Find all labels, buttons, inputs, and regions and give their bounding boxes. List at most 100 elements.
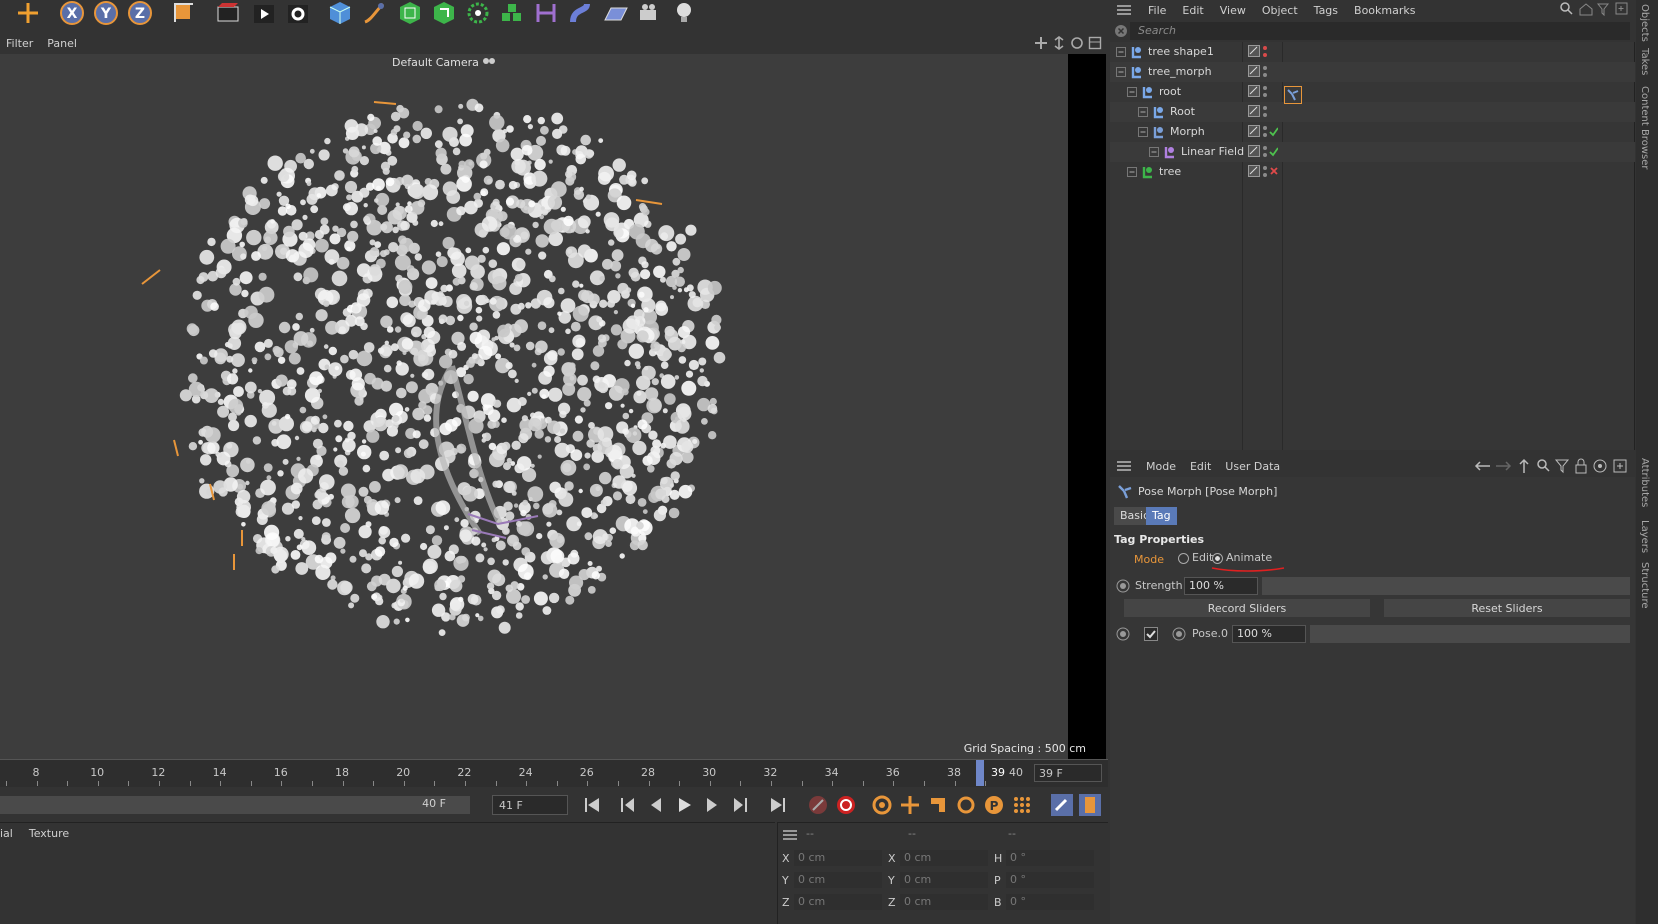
coord-value-field[interactable]: 0 cm (794, 872, 882, 888)
new-window-icon[interactable] (1615, 2, 1628, 15)
object-row[interactable]: tree (1110, 162, 1635, 182)
render-picture-queue-icon[interactable] (250, 0, 278, 26)
new-window-icon[interactable] (1613, 459, 1627, 473)
animate-param-icon[interactable] (1116, 579, 1130, 593)
hamburger-icon[interactable] (1116, 460, 1132, 472)
side-tab-takes[interactable]: Takes (1639, 48, 1650, 75)
subdivision-icon[interactable] (396, 0, 424, 26)
strength-input[interactable]: 100 % (1184, 577, 1258, 595)
go-to-end-icon[interactable] (766, 793, 790, 817)
home-icon[interactable] (1579, 3, 1593, 16)
cube-icon[interactable] (326, 0, 354, 26)
back-arrow-icon[interactable] (1474, 461, 1490, 471)
visibility-toggle-icon[interactable] (1248, 125, 1278, 139)
point-level-icon[interactable] (1010, 793, 1034, 817)
coord-value-field[interactable]: 0 cm (900, 894, 988, 910)
forward-arrow-icon[interactable] (1496, 461, 1512, 471)
object-row[interactable]: Linear Field (1110, 142, 1635, 162)
menu-object[interactable]: Object (1262, 4, 1298, 17)
side-tab-content-browser[interactable]: Content Browser (1639, 86, 1650, 169)
animate-param-icon[interactable] (1116, 627, 1130, 641)
coord-value-field[interactable]: 0 cm (900, 872, 988, 888)
clear-search-icon[interactable] (1114, 24, 1128, 38)
object-row[interactable]: Morph (1110, 122, 1635, 142)
tree-expander-icon[interactable] (1138, 127, 1148, 137)
object-row[interactable]: tree_morph (1110, 62, 1635, 82)
autokey-icon[interactable] (834, 793, 858, 817)
animate-param-icon[interactable] (1172, 627, 1186, 641)
camera-icon[interactable] (636, 0, 664, 26)
tab-tag[interactable]: Tag (1146, 507, 1177, 525)
scale-key-icon[interactable] (926, 793, 950, 817)
tree-expander-icon[interactable] (1116, 47, 1126, 57)
parameter-key-icon[interactable]: P (982, 793, 1006, 817)
hamburger-icon[interactable] (1116, 4, 1132, 16)
coord-value-field[interactable]: 0 cm (900, 850, 988, 866)
attr-menu-user-data[interactable]: User Data (1225, 460, 1280, 473)
coord-value-field[interactable]: 0 cm (794, 850, 882, 866)
viewport-menu-panel[interactable]: Panel (47, 37, 77, 50)
previous-frame-icon[interactable] (644, 793, 668, 817)
object-name[interactable]: tree shape1 (1148, 45, 1214, 58)
search-icon[interactable] (1560, 2, 1573, 15)
viewport-menu-filter[interactable]: Filter (6, 37, 33, 50)
pose-slider[interactable] (1310, 625, 1630, 643)
menu-view[interactable]: View (1220, 4, 1246, 17)
coord-value-field[interactable]: 0 ° (1006, 872, 1094, 888)
menu-tags[interactable]: Tags (1314, 4, 1338, 17)
object-name[interactable]: tree (1159, 165, 1181, 178)
object-name[interactable]: tree_morph (1148, 65, 1212, 78)
object-name[interactable]: root (1159, 85, 1181, 98)
checkbox-checked-icon[interactable] (1144, 627, 1158, 641)
visibility-toggle-icon[interactable] (1248, 45, 1278, 59)
current-frame-field[interactable]: 39 F (1034, 764, 1102, 782)
sound-icon[interactable] (1050, 793, 1074, 817)
up-arrow-icon[interactable] (1519, 458, 1529, 473)
object-name[interactable]: Morph (1170, 125, 1205, 138)
mode-edit-radio[interactable]: Edit (1178, 551, 1213, 564)
attr-menu-mode[interactable]: Mode (1146, 460, 1176, 473)
tree-expander-icon[interactable] (1138, 107, 1148, 117)
pose-morph-tag-icon[interactable] (1284, 86, 1302, 104)
pen-icon[interactable] (360, 0, 388, 26)
x-axis-icon[interactable]: X (58, 0, 86, 26)
play-icon[interactable] (672, 793, 696, 817)
end-frame-input[interactable]: 41 F (492, 795, 568, 815)
object-row[interactable]: Root (1110, 102, 1635, 122)
visibility-toggle-icon[interactable] (1248, 85, 1278, 99)
maximize-icon[interactable] (1088, 36, 1102, 50)
tree-expander-icon[interactable] (1149, 147, 1159, 157)
menu-bookmarks[interactable]: Bookmarks (1354, 4, 1415, 17)
material-menu-texture[interactable]: Texture (29, 827, 69, 840)
mode-animate-radio[interactable]: Animate (1212, 551, 1272, 564)
timeline-cursor[interactable] (976, 760, 984, 786)
z-axis-icon[interactable]: Z (126, 0, 154, 26)
go-to-start-icon[interactable] (580, 793, 604, 817)
menu-edit[interactable]: Edit (1182, 4, 1203, 17)
light-icon[interactable] (670, 0, 698, 26)
side-tab-attributes[interactable]: Attributes (1639, 458, 1650, 507)
move-icon[interactable] (14, 0, 42, 26)
side-tab-layers[interactable]: Layers (1639, 520, 1650, 553)
rotation-key-icon[interactable] (954, 793, 978, 817)
zoom-icon[interactable] (1052, 36, 1066, 50)
hamburger-icon[interactable] (782, 829, 798, 841)
next-key-icon[interactable] (728, 793, 752, 817)
record-sliders-button[interactable]: Record Sliders (1124, 599, 1370, 617)
object-row[interactable]: tree shape1 (1110, 42, 1635, 62)
render-view-icon[interactable] (214, 0, 242, 26)
attr-menu-edit[interactable]: Edit (1190, 460, 1211, 473)
render-settings-icon[interactable] (284, 0, 312, 26)
next-frame-icon[interactable] (700, 793, 724, 817)
side-tab-objects[interactable]: Objects (1639, 4, 1650, 42)
deformer-icon[interactable] (566, 0, 594, 26)
tree-expander-icon[interactable] (1127, 167, 1137, 177)
generator-icon[interactable] (498, 0, 526, 26)
record-active-icon[interactable] (806, 793, 830, 817)
filter-icon[interactable] (1596, 3, 1610, 16)
coord-value-field[interactable]: 0 cm (794, 894, 882, 910)
frame-range-slider[interactable]: 40 F (0, 796, 470, 814)
search-icon[interactable] (1537, 459, 1550, 472)
visibility-toggle-icon[interactable] (1248, 65, 1278, 79)
menu-file[interactable]: File (1148, 4, 1166, 17)
